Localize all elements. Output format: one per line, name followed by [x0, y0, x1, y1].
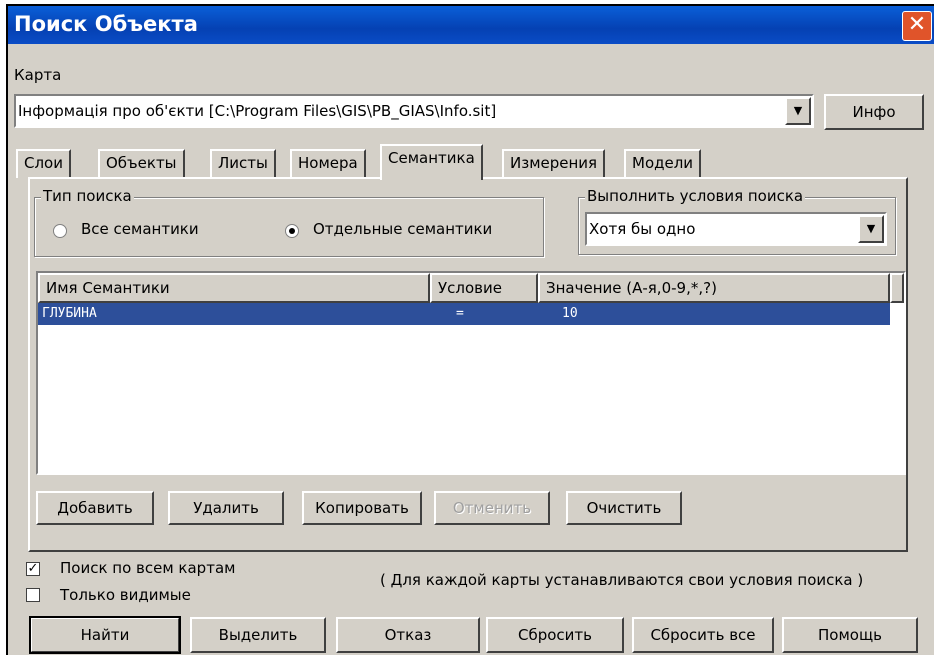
all-maps-checkbox[interactable]: ✓ [26, 562, 40, 576]
cancel-button[interactable]: Отказ [336, 617, 480, 653]
visible-only-label: Только видимые [60, 586, 191, 604]
tab-semantics[interactable]: Семантика [380, 144, 483, 180]
title-bar[interactable]: Поиск Объекта ✕ [8, 6, 934, 44]
info-button[interactable]: Инфо [824, 94, 924, 130]
per-map-note: ( Для каждой карты устанавливаются свои … [380, 571, 864, 589]
conditions-legend: Выполнить условия поиска [585, 187, 806, 205]
radio-all-semantics[interactable] [53, 224, 67, 238]
cell-name: ГЛУБИНА [42, 306, 97, 321]
reset-button[interactable]: Сбросить [486, 617, 624, 653]
tab-layers[interactable]: Слои [16, 149, 71, 178]
window-title: Поиск Объекта [14, 12, 198, 36]
semantics-table[interactable]: Имя Семантики Условие Значение (А-я,0-9,… [36, 271, 906, 475]
clear-button[interactable]: Очистить [566, 491, 682, 525]
tab-numbers[interactable]: Номера [290, 149, 366, 178]
cell-condition: = [456, 306, 464, 321]
radio-separate-semantics[interactable] [285, 224, 299, 238]
chevron-down-icon[interactable]: ▼ [858, 215, 884, 243]
tab-measurements[interactable]: Измерения [502, 149, 606, 178]
find-button[interactable]: Найти [29, 616, 181, 654]
copy-button[interactable]: Копировать [302, 491, 422, 525]
conditions-select-value: Хотя бы одно [589, 220, 696, 238]
column-header-name[interactable]: Имя Семантики [38, 273, 430, 303]
map-label: Карта [14, 66, 62, 84]
delete-button[interactable]: Удалить [168, 491, 284, 525]
radio-all-semantics-label: Все семантики [81, 220, 199, 238]
search-object-dialog: Поиск Объекта ✕ Карта Інформація про об'… [6, 4, 934, 655]
reset-all-button[interactable]: Сбросить все [632, 617, 774, 653]
cancel-edit-button[interactable]: Отменить [434, 491, 550, 525]
close-icon: ✕ [907, 12, 927, 37]
map-select[interactable]: Інформація про об'єкти [C:\Program Files… [14, 94, 814, 128]
tab-sheets[interactable]: Листы [210, 149, 276, 178]
tab-objects[interactable]: Объекты [98, 149, 185, 178]
map-select-value: Інформація про об'єкти [C:\Program Files… [18, 102, 497, 120]
visible-only-checkbox[interactable] [26, 588, 40, 602]
column-header-filler [890, 273, 904, 303]
semantics-panel: Тип поиска Все семантики Отдельные семан… [28, 177, 908, 552]
conditions-select[interactable]: Хотя бы одно ▼ [585, 212, 887, 246]
add-button[interactable]: Добавить [36, 491, 154, 525]
tab-models[interactable]: Модели [624, 149, 702, 178]
column-header-value[interactable]: Значение (А-я,0-9,*,?) [538, 273, 890, 303]
help-button[interactable]: Помощь [782, 617, 918, 653]
table-row[interactable]: ГЛУБИНА = 10 [38, 303, 890, 325]
close-button[interactable]: ✕ [902, 11, 932, 41]
radio-separate-semantics-label: Отдельные семантики [313, 220, 493, 238]
column-header-condition[interactable]: Условие [430, 273, 538, 303]
cell-value: 10 [562, 306, 578, 321]
search-type-group: Тип поиска Все семантики Отдельные семан… [34, 187, 544, 257]
conditions-group: Выполнить условия поиска Хотя бы одно ▼ [578, 187, 896, 255]
all-maps-label: Поиск по всем картам [60, 559, 236, 577]
chevron-down-icon[interactable]: ▼ [785, 97, 811, 125]
select-button[interactable]: Выделить [190, 617, 326, 653]
search-type-legend: Тип поиска [41, 187, 134, 205]
